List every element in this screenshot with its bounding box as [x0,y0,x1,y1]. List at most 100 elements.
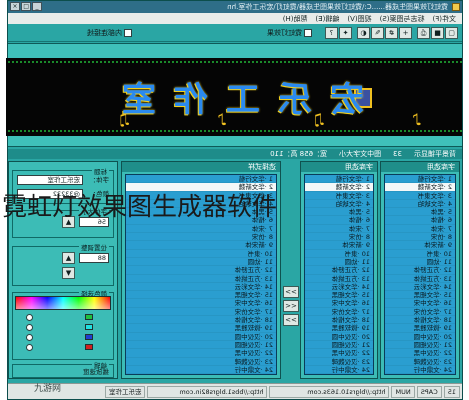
list-item[interactable]: 14 ·华文彩云 [305,282,373,292]
list-item[interactable]: 14 ·华文彩云 [126,282,276,292]
list-item[interactable]: 16 ·华文中宋 [126,299,276,308]
arrow-up-icon[interactable]: ▲ [62,252,75,264]
list-item[interactable]: 8 ·仿宋 [385,233,455,242]
palette-icon[interactable]: ◐ [357,27,370,39]
list-item[interactable]: 8 ·仿宋 [126,233,276,242]
menu-view[interactable]: 视图(V) [347,14,371,24]
list-item[interactable]: 17 ·华文仿宋 [126,307,276,317]
save-icon[interactable]: ■ [431,27,444,39]
list-item[interactable]: 9 ·新宋体 [126,241,276,250]
list-item[interactable]: 25 ·文鼎粗行 [385,374,455,375]
list-item[interactable]: 21 ·汉仪细圆 [305,340,373,350]
list-item[interactable]: 9 ·新宋体 [305,241,373,250]
list-item[interactable]: 17 ·华文仿宋 [385,307,455,317]
list-item[interactable]: 7 ·宋体 [305,224,373,234]
print-icon[interactable]: ⎙ [417,27,430,39]
list-item[interactable]: 18 ·华文楷体 [305,316,373,325]
brush-icon[interactable]: ✎ [371,27,384,39]
list-item[interactable]: 1 ·华文行楷 [305,175,373,184]
list-item[interactable]: 11 ·幼圆 [126,257,276,267]
color-swatch[interactable] [85,344,93,350]
menu-edit[interactable]: 编辑(E) [315,14,339,24]
list-item[interactable]: 24 ·文鼎中行 [126,365,276,375]
list-item[interactable]: 23 ·汉仪魏碑 [305,357,373,366]
list-item[interactable]: 10 ·隶书 [126,249,276,258]
grid-icon[interactable]: # [385,27,398,39]
neon-effect-toggle[interactable]: 霓虹灯效果 [267,28,312,38]
list-item[interactable]: 16 ·华文中宋 [305,299,373,308]
color-radio[interactable] [26,314,33,321]
zoom-icon[interactable]: + [399,27,412,39]
list-item[interactable]: 17 ·华文仿宋 [305,307,373,317]
color-radio[interactable] [26,334,33,341]
list-item[interactable]: 19 ·微软雅黑 [126,324,276,333]
move-right-button[interactable]: >> [283,286,299,298]
close-button[interactable]: × [10,2,20,11]
color-swatch[interactable] [85,324,93,330]
list-item[interactable]: 7 ·宋体 [126,224,276,234]
menu-logo[interactable]: 标志与图案(S) [380,14,425,24]
position-input[interactable]: 88 [79,253,109,263]
minimize-button[interactable]: _ [32,2,42,11]
list-item[interactable]: 15 ·华文细黑 [385,291,455,300]
list-item[interactable]: 1 ·华文行楷 [385,175,455,184]
list-item[interactable]: 20 ·汉仪中圆 [126,332,276,341]
color-swatch[interactable] [85,334,93,340]
list-item[interactable]: 19 ·微软雅黑 [385,324,455,333]
list-item[interactable]: 14 ·华文彩云 [385,282,455,292]
color-radio[interactable] [26,344,33,351]
maximize-button[interactable]: □ [21,2,31,11]
list-item[interactable]: 13 ·方正姚体 [305,274,373,283]
list-item[interactable]: 21 ·汉仪细圆 [126,340,276,350]
list-item[interactable]: 22 ·汉仪中黑 [126,349,276,358]
list-item[interactable]: 19 ·微软雅黑 [305,324,373,333]
list-item[interactable]: 8 ·仿宋 [305,233,373,242]
list-item[interactable]: 23 ·汉仪魏碑 [385,357,455,366]
arrow-down-icon[interactable]: ▼ [62,267,75,279]
neon-effect-checkbox[interactable] [304,29,312,37]
color-spectrum[interactable] [15,296,111,310]
list-item[interactable]: 15 ·华文细黑 [305,291,373,300]
list-item[interactable]: 13 ·方正姚体 [126,274,276,283]
list-item[interactable]: 12 ·方正舒体 [305,266,373,275]
inner-line-checkbox[interactable] [124,29,132,37]
menu-file[interactable]: 文件(F) [433,14,457,24]
status-link[interactable]: http://bbs1.blgrs82in.com [147,385,268,398]
list-item[interactable]: 25 ·文鼎粗行 [305,374,373,375]
list-item[interactable]: 11 ·幼圆 [305,257,373,267]
list-item[interactable]: 11 ·幼圆 [385,257,455,267]
list-item[interactable]: 13 ·方正姚体 [385,274,455,283]
list-item[interactable]: 24 ·文鼎中行 [305,365,373,375]
lightbulb-icon[interactable]: ✦ [339,27,352,39]
title-input[interactable]: 宏乐工作室 [17,175,83,185]
list-item[interactable]: 12 ·方正舒体 [385,266,455,275]
list-item[interactable]: 10 ·隶书 [305,249,373,258]
list-item[interactable]: 16 ·华文中宋 [385,299,455,308]
help-icon[interactable]: ? [325,27,338,39]
open-icon[interactable]: ▢ [445,27,458,39]
list-item[interactable]: 18 ·华文楷体 [385,316,455,325]
inner-line-toggle[interactable]: 内部连接线 [87,28,132,38]
list-item[interactable]: 9 ·新宋体 [385,241,455,250]
list-item[interactable]: 15 ·华文细黑 [126,291,276,300]
list-item[interactable]: 25 ·文鼎粗行 [126,374,276,375]
status-link[interactable]: http://blgrs10.163s.com [269,385,390,398]
list-item[interactable]: 23 ·汉仪魏碑 [126,357,276,366]
list-item[interactable]: 10 ·隶书 [385,249,455,258]
list-item[interactable]: 22 ·汉仪中黑 [305,349,373,358]
list-item[interactable]: 1 ·华文行楷 [126,175,276,184]
color-swatch[interactable] [85,314,93,320]
list-item[interactable]: 22 ·汉仪中黑 [385,349,455,358]
music-notes: ♪ ♫ ♪ ♫ [77,110,422,129]
list-item[interactable]: 21 ·汉仪细圆 [385,340,455,350]
list-item[interactable]: 12 ·方正舒体 [126,266,276,275]
color-radio[interactable] [26,324,33,331]
move-left-button[interactable]: << [283,300,299,312]
list-item[interactable]: 7 ·宋体 [385,224,455,234]
move-all-button[interactable]: >> [283,314,299,326]
list-item[interactable]: 24 ·文鼎中行 [385,365,455,375]
menu-help[interactable]: 帮助(H) [283,14,308,24]
list-item[interactable]: 18 ·华文楷体 [126,316,276,325]
list-item[interactable]: 20 ·汉仪中圆 [305,332,373,341]
list-item[interactable]: 20 ·汉仪中圆 [385,332,455,341]
